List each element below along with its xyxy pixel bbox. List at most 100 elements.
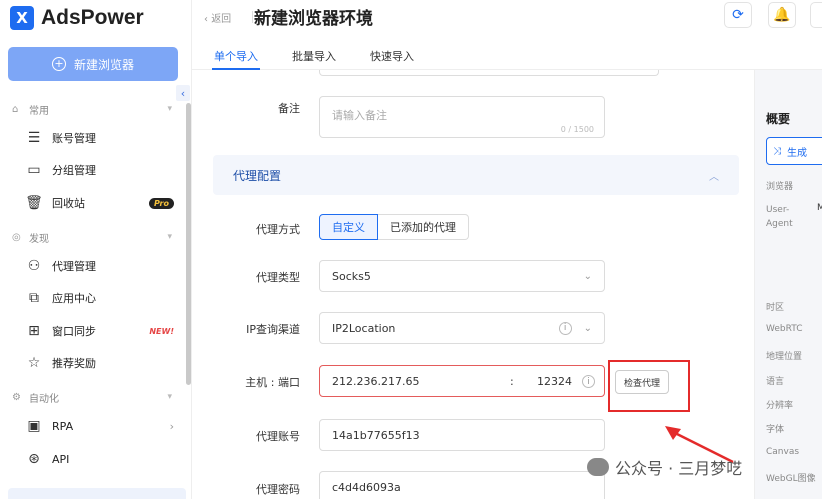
- proxy-account-input[interactable]: 14a1b77655f13: [319, 419, 605, 451]
- overview-label-timezone: 时区: [766, 303, 785, 313]
- sync-icon[interactable]: ⟳: [724, 2, 752, 28]
- overview-label-webgl: WebGL图像: [766, 474, 816, 484]
- robot-icon: ▣: [27, 418, 41, 434]
- sidebar-scrollbar[interactable]: [186, 103, 191, 385]
- chevron-down-icon: ▾: [167, 104, 172, 114]
- ip-channel-label: IP查询渠道: [246, 323, 300, 336]
- compass-icon: ◎: [12, 231, 21, 243]
- import-tabs: 单个导入 批量导入 快速导入: [192, 40, 822, 70]
- tab-single-import[interactable]: 单个导入: [214, 48, 258, 64]
- sidebar-item-label: RPA: [52, 419, 74, 433]
- proxy-type-value: Socks5: [332, 269, 371, 283]
- proxy-config-header[interactable]: 代理配置 ︿: [213, 155, 739, 195]
- section-common[interactable]: ⌂ 常用 ▾: [12, 101, 172, 117]
- overview-label-resolution: 分辨率: [766, 401, 794, 411]
- ip-channel-select[interactable]: IP2Location i ⌄: [319, 312, 605, 344]
- sidebar-footer: [8, 488, 186, 499]
- proxy-mode-custom[interactable]: 自定义: [319, 214, 378, 240]
- proxy-config-title: 代理配置: [233, 168, 282, 183]
- proxy-type-label: 代理类型: [256, 271, 300, 284]
- chevron-down-icon: ⌄: [583, 322, 592, 334]
- section-title: 发现: [29, 233, 49, 245]
- more-icon[interactable]: [810, 2, 822, 28]
- folder-icon: ▭: [27, 162, 41, 178]
- sidebar-item-rewards[interactable]: ☆ 推荐奖励: [26, 353, 174, 373]
- proxy-icon: ⚇: [27, 258, 41, 274]
- watermark: 公众号 · 三月梦呓: [587, 455, 742, 479]
- section-automation[interactable]: ⚙ 自动化 ▾: [12, 389, 172, 405]
- new-browser-button[interactable]: + 新建浏览器: [8, 47, 178, 81]
- overview-label-browser: 浏览器: [766, 182, 794, 192]
- info-icon[interactable]: i: [558, 321, 572, 335]
- port-value: 12324: [537, 375, 572, 388]
- sync-windows-icon: ⊞: [28, 323, 40, 339]
- overview-panel: 概要 ⤨ 生成 浏览器 User-Agent M 时区 WebRTC 地理位置 …: [754, 70, 822, 499]
- sidebar-item-proxy[interactable]: ⚇ 代理管理: [26, 256, 174, 276]
- previous-field-edge: [319, 70, 659, 76]
- host-value: 212.236.217.65: [332, 374, 420, 388]
- ip-channel-value: IP2Location: [332, 321, 396, 335]
- proxy-password-input[interactable]: c4d4d6093a: [319, 471, 605, 499]
- back-label: 返回: [211, 14, 232, 25]
- ua-value: M: [817, 203, 822, 213]
- sidebar-item-trash[interactable]: 🗑 回收站 Pro: [25, 193, 174, 213]
- proxy-type-select[interactable]: Socks5 ⌄: [319, 260, 605, 292]
- proxy-account-value: 14a1b77655f13: [332, 428, 420, 442]
- collapse-sidebar-icon[interactable]: ‹: [176, 85, 190, 101]
- sidebar-item-sync[interactable]: ⊞ 窗口同步 NEW!: [26, 321, 174, 341]
- list-icon: ☰: [27, 130, 41, 146]
- home-icon: ⌂: [12, 103, 19, 115]
- overview-label-font: 字体: [766, 425, 785, 435]
- chevron-down-icon: ⌄: [583, 270, 592, 282]
- overview-title: 概要: [766, 112, 791, 126]
- sidebar-item-rpa[interactable]: ▣ RPA ›: [26, 416, 174, 436]
- proxy-account-label: 代理账号: [256, 430, 300, 443]
- section-discover[interactable]: ◎ 发现 ▾: [12, 229, 172, 245]
- overview-label-canvas: Canvas: [766, 447, 800, 457]
- api-icon: ⊛: [28, 451, 40, 467]
- chevron-right-icon: ›: [169, 419, 174, 433]
- wechat-icon: [587, 458, 609, 476]
- overview-label-language: 语言: [766, 377, 785, 387]
- back-link[interactable]: ‹ 返回: [204, 10, 253, 25]
- sidebar-item-apps[interactable]: ⧉ 应用中心: [26, 288, 174, 308]
- bell-icon[interactable]: 🔔: [768, 2, 796, 28]
- automation-icon: ⚙: [12, 391, 21, 403]
- chevron-up-icon: ︿: [709, 171, 719, 183]
- sidebar-item-label: 应用中心: [52, 292, 96, 305]
- sidebar-item-api[interactable]: ⊛ API: [26, 449, 174, 469]
- sidebar-item-accounts[interactable]: ☰ 账号管理: [26, 128, 174, 148]
- pro-badge: Pro: [148, 197, 174, 209]
- proxy-password-value: c4d4d6093a: [332, 480, 401, 494]
- overview-label-location: 地理位置: [766, 352, 803, 362]
- proxy-password-label: 代理密码: [256, 483, 300, 496]
- chevron-down-icon: ▾: [167, 232, 172, 242]
- generate-button[interactable]: ⤨ 生成: [766, 137, 822, 165]
- overview-label-ua: User-Agent: [766, 205, 793, 229]
- section-title: 自动化: [29, 393, 59, 405]
- app-logo[interactable]: X AdsPower: [10, 4, 144, 32]
- tab-batch-import[interactable]: 批量导入: [292, 48, 336, 64]
- host-port-input[interactable]: 212.236.217.65 : 12324 i: [319, 365, 605, 397]
- new-badge: NEW!: [149, 326, 174, 336]
- divider: [252, 11, 253, 23]
- remark-placeholder: 请输入备注: [332, 109, 387, 122]
- proxy-mode-saved[interactable]: 已添加的代理: [378, 214, 469, 240]
- info-icon[interactable]: i: [582, 375, 595, 388]
- proxy-mode-label: 代理方式: [256, 223, 300, 236]
- app-name: AdsPower: [41, 6, 144, 29]
- sidebar-item-groups[interactable]: ▭ 分组管理: [26, 160, 174, 180]
- sidebar-item-label: API: [52, 452, 70, 466]
- remark-input[interactable]: 请输入备注 0 / 1500: [319, 96, 605, 138]
- remark-label: 备注: [278, 102, 300, 115]
- puzzle-icon: ⧉: [29, 290, 39, 306]
- sidebar-item-label: 推荐奖励: [52, 357, 96, 370]
- char-counter: 0 / 1500: [560, 125, 594, 134]
- sidebar-item-label: 窗口同步: [52, 325, 96, 338]
- plus-icon: +: [51, 57, 66, 71]
- check-proxy-button[interactable]: 检查代理: [615, 370, 669, 394]
- sidebar-item-label: 代理管理: [52, 260, 96, 273]
- proxy-mode-toggle: 自定义 已添加的代理: [319, 214, 469, 240]
- tab-quick-import[interactable]: 快速导入: [370, 48, 414, 64]
- host-port-separator: :: [510, 375, 514, 388]
